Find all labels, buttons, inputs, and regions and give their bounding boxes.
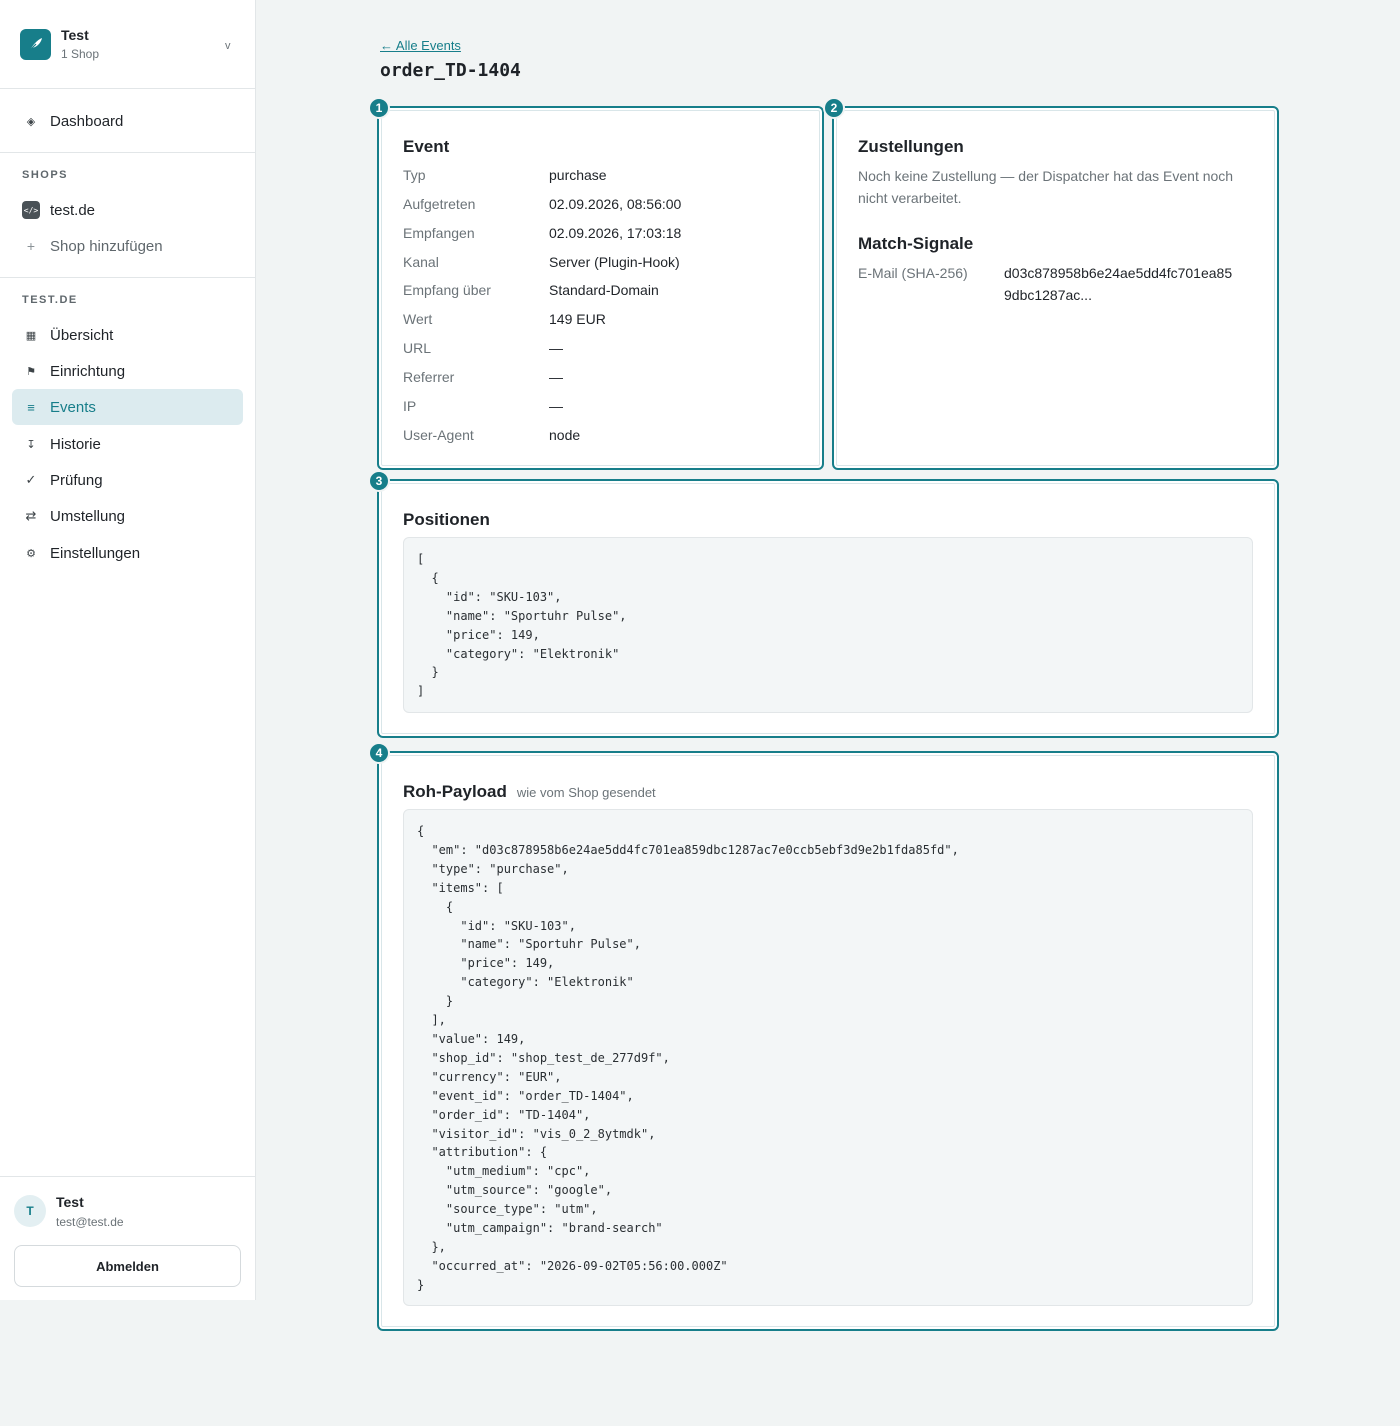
section-number-badge: 4	[368, 742, 390, 764]
user-name: Test	[56, 1194, 84, 1210]
event-card: Event Typ purchase Aufgetreten 02.09.202…	[377, 106, 824, 470]
shops-section-label: SHOPS	[22, 169, 69, 181]
flag-icon: ⚑	[26, 365, 36, 378]
history-icon: ↧	[26, 438, 36, 451]
nav-shop-label: test.de	[50, 201, 96, 219]
positions-title: Positionen	[403, 510, 490, 529]
nav-pruefung-label: Prüfung	[50, 471, 103, 489]
logout-button[interactable]: Abmelden	[14, 1245, 241, 1287]
event-value: —	[549, 369, 563, 385]
payload-code-block: { "em": "d03c878958b6e24ae5dd4fc701ea859…	[403, 809, 1253, 1306]
user-panel: T Test test@test.de Abmelden	[0, 1176, 255, 1300]
page-title: order_TD-1404	[380, 60, 521, 81]
nav-uebersicht-label: Übersicht	[50, 326, 114, 344]
nav-events[interactable]: ≡ Events	[12, 389, 243, 425]
user-email: test@test.de	[56, 1215, 124, 1229]
sidebar: Test 1 Shop v ◈ Dashboard SHOPS </> test…	[0, 0, 256, 1300]
event-value: —	[549, 340, 563, 356]
workspace-subtitle: 1 Shop	[61, 47, 100, 61]
diamond-icon: ◈	[26, 115, 36, 128]
event-title: Event	[403, 137, 450, 156]
swap-icon: ⇄	[25, 508, 37, 523]
nav-dashboard-label: Dashboard	[50, 112, 124, 130]
event-key: IP	[403, 398, 417, 414]
payload-subtitle: wie vom Shop gesendet	[516, 785, 656, 800]
event-value: node	[549, 427, 581, 443]
match-signal-value: 9dbc1287ac...	[1004, 287, 1092, 303]
deliveries-card: Zustellungen Noch keine Zustellung — der…	[832, 106, 1279, 470]
divider	[0, 277, 255, 278]
workspace-switcher[interactable]: Test 1 Shop v	[0, 0, 255, 89]
nav-einrichtung-label: Einrichtung	[50, 362, 126, 380]
event-value: Standard-Domain	[549, 282, 659, 298]
positions-card: Positionen [ { "id": "SKU-103", "name": …	[377, 479, 1279, 738]
deliveries-note-line: nicht verarbeitet.	[858, 190, 962, 206]
event-key: User-Agent	[403, 427, 474, 443]
positions-code-block: [ { "id": "SKU-103", "name": "Sportuhr P…	[403, 537, 1253, 713]
deliveries-title: Zustellungen	[858, 137, 964, 156]
avatar: T	[14, 1195, 46, 1227]
section-number-badge: 3	[368, 470, 390, 492]
nav-events-label: Events	[50, 398, 96, 416]
nav-historie[interactable]: ↧ Historie	[12, 426, 243, 462]
nav-einstellungen[interactable]: ⚙ Einstellungen	[12, 535, 243, 571]
nav-add-shop[interactable]: + Shop hinzufügen	[12, 228, 243, 264]
divider	[0, 152, 255, 153]
section-number-badge: 1	[368, 97, 390, 119]
event-key: Empfangen	[403, 225, 475, 241]
payload-title: Roh-Payload wie vom Shop gesendet	[403, 782, 656, 802]
nav-umstellung[interactable]: ⇄ Umstellung	[12, 498, 243, 534]
nav-uebersicht[interactable]: ▦ Übersicht	[12, 317, 243, 353]
payload-title-text: Roh-Payload	[403, 782, 507, 801]
shop-section-label: TEST.DE	[22, 294, 78, 306]
event-key: Referrer	[403, 369, 455, 385]
event-key: Kanal	[403, 254, 439, 270]
event-value: purchase	[549, 167, 607, 183]
event-key: Aufgetreten	[403, 196, 476, 212]
plus-icon: +	[26, 238, 36, 254]
event-key: Typ	[403, 167, 426, 183]
nav-umstellung-label: Umstellung	[50, 507, 126, 525]
nav-add-shop-label: Shop hinzufügen	[50, 237, 163, 255]
gear-icon: ⚙	[26, 547, 36, 560]
nav-pruefung[interactable]: ✓ Prüfung	[12, 462, 243, 498]
feather-logo-icon	[20, 28, 51, 60]
event-value: 02.09.2026, 08:56:00	[549, 196, 682, 212]
nav-historie-label: Historie	[50, 435, 101, 453]
event-key: URL	[403, 340, 432, 356]
event-value: —	[549, 398, 563, 414]
back-link[interactable]: ← Alle Events	[380, 38, 461, 53]
match-signals-title: Match-Signale	[858, 234, 974, 253]
list-icon: ≡	[27, 399, 35, 415]
nav-einrichtung[interactable]: ⚑ Einrichtung	[12, 353, 243, 389]
match-signal-key: E-Mail (SHA-256)	[858, 265, 968, 281]
workspace-name: Test	[61, 27, 89, 43]
event-value: 149 EUR	[549, 311, 606, 327]
nav-einstellungen-label: Einstellungen	[50, 544, 141, 562]
check-icon: ✓	[25, 472, 37, 487]
event-value: 02.09.2026, 17:03:18	[549, 225, 682, 241]
event-value: Server (Plugin-Hook)	[549, 254, 680, 270]
code-icon: </>	[22, 201, 40, 219]
section-number-badge: 2	[823, 97, 845, 119]
deliveries-note-line: Noch keine Zustellung — der Dispatcher h…	[858, 168, 1234, 184]
chevron-down-icon[interactable]: v	[225, 40, 231, 52]
grid-icon: ▦	[25, 329, 37, 342]
payload-card: Roh-Payload wie vom Shop gesendet { "em":…	[377, 751, 1279, 1331]
nav-dashboard[interactable]: ◈ Dashboard	[12, 103, 243, 139]
event-key: Empfang über	[403, 282, 491, 298]
match-signal-value: d03c878958b6e24ae5dd4fc701ea85	[1004, 265, 1233, 281]
event-key: Wert	[403, 311, 433, 327]
nav-shop-testde[interactable]: </> test.de	[12, 192, 243, 228]
